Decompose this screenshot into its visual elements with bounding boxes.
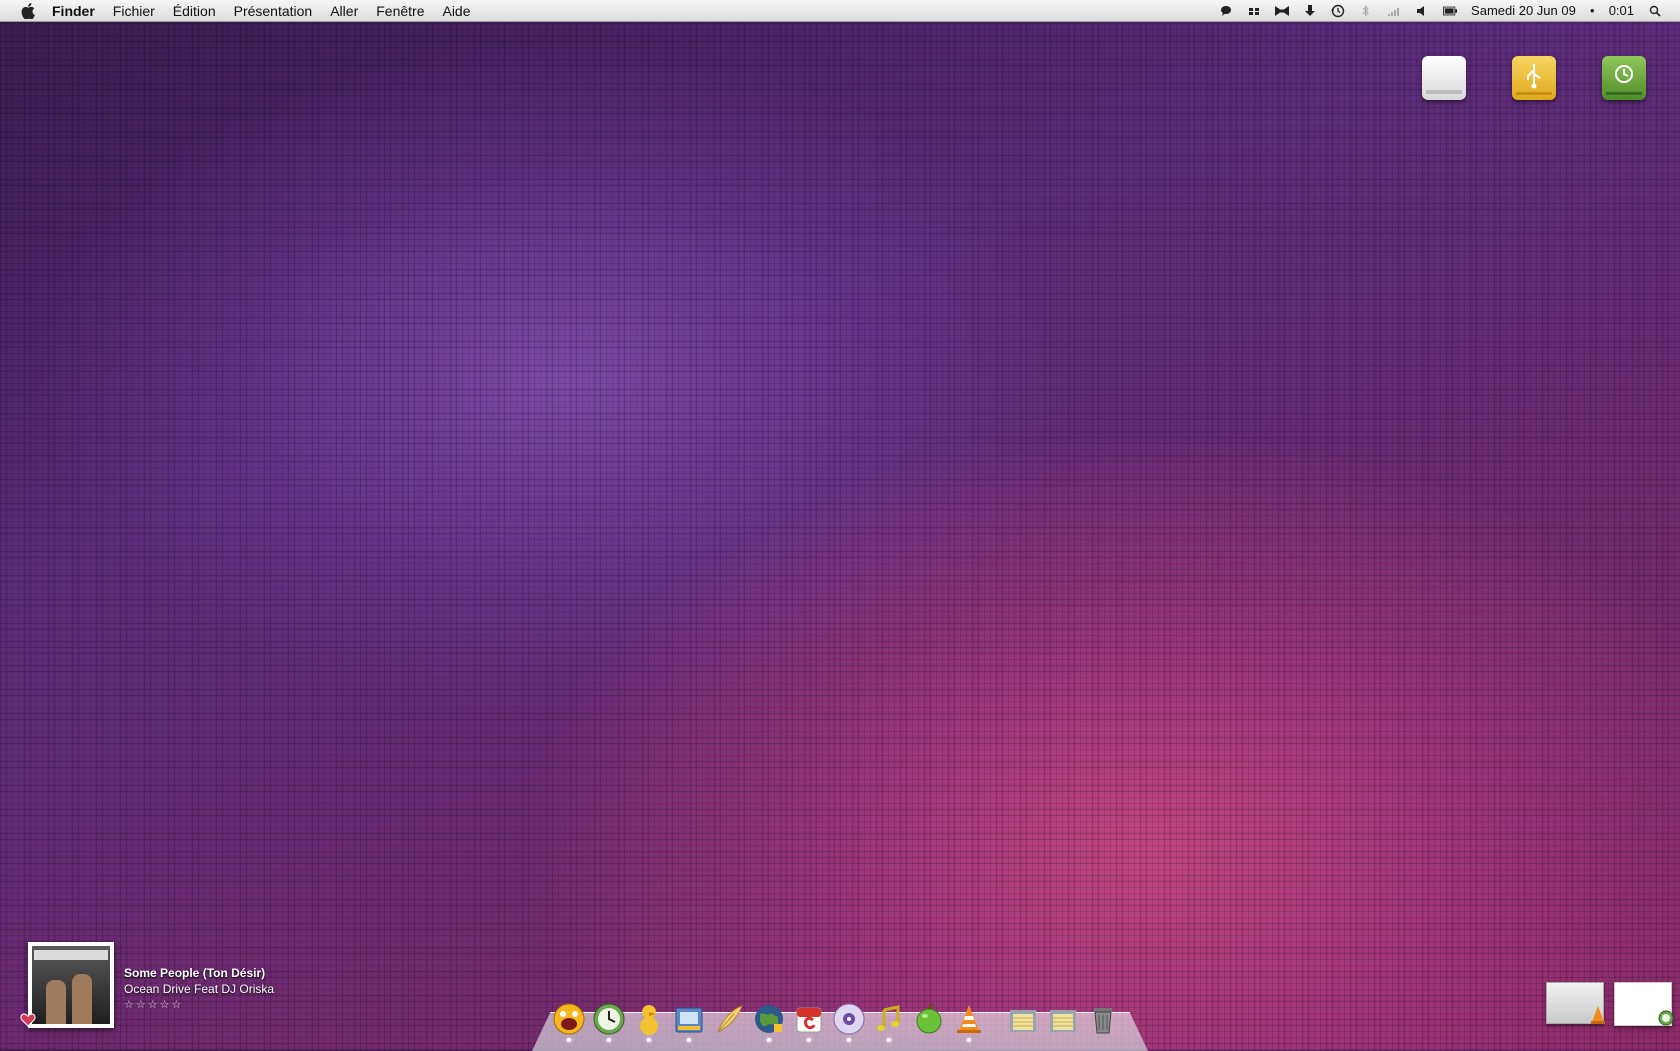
globe-badge-icon [1658, 1010, 1674, 1031]
feather-icon[interactable] [712, 1002, 746, 1036]
chat-icon[interactable] [1219, 4, 1233, 18]
adium-icon[interactable] [552, 1002, 586, 1042]
album-art-banner [34, 950, 108, 960]
status-area: Samedi 20 Jun 09 ● 0:01 [1219, 3, 1662, 18]
spotlight-search-icon[interactable] [1648, 4, 1662, 18]
menubar-clock[interactable]: Samedi 20 Jun 09 [1471, 3, 1576, 18]
now-playing-widget: Some People (Ton Désir) Ocean Drive Feat… [20, 942, 388, 1032]
album-art-figure [46, 980, 66, 1024]
running-indicator [847, 1038, 851, 1042]
calendar-icon[interactable] [792, 1002, 826, 1042]
bowtie-icon[interactable] [1275, 4, 1290, 18]
clock-icon[interactable] [592, 1002, 626, 1042]
running-indicator [567, 1038, 571, 1042]
menu-aller[interactable]: Aller [330, 3, 358, 19]
menubar-time[interactable]: 0:01 [1609, 3, 1634, 18]
download-icon[interactable] [1303, 4, 1317, 18]
trash-icon[interactable] [1086, 1002, 1120, 1036]
menu-bar: Finder Fichier Édition Présentation Alle… [0, 0, 1680, 22]
apple-icon[interactable] [912, 1002, 946, 1036]
running-indicator [767, 1038, 771, 1042]
itunes-icon[interactable] [832, 1002, 866, 1042]
battery-icon[interactable] [1443, 4, 1458, 18]
running-indicator [607, 1038, 611, 1042]
time-machine-icon[interactable] [1331, 4, 1345, 18]
track-artist: Ocean Drive Feat DJ Oriska [124, 982, 275, 996]
globe-icon[interactable] [752, 1002, 786, 1042]
track-title: Some People (Ton Désir) [124, 966, 266, 980]
running-indicator [647, 1038, 651, 1042]
bluetooth-icon[interactable] [1359, 4, 1373, 18]
apple-logo-icon[interactable] [20, 2, 36, 19]
menu-fichier[interactable]: Fichier [113, 3, 155, 19]
running-indicator [807, 1038, 811, 1042]
music-notes-icon[interactable] [872, 1002, 906, 1042]
track-rating[interactable]: ☆☆☆☆☆ [124, 998, 183, 1011]
downloads-stack-icon[interactable] [1046, 1002, 1080, 1036]
album-art [32, 946, 110, 1024]
running-indicator [687, 1038, 691, 1042]
spaces-icon[interactable] [1247, 4, 1261, 18]
menu-fenetre[interactable]: Fenêtre [376, 3, 424, 19]
menu-aide[interactable]: Aide [442, 3, 470, 19]
wifi-icon[interactable] [1387, 4, 1401, 18]
hard-drive-icon[interactable] [1422, 56, 1466, 100]
running-indicator [967, 1038, 971, 1042]
clock-separator-dot: ● [1589, 6, 1595, 15]
vlc-badge-icon [1590, 1006, 1606, 1029]
vlc-icon[interactable] [952, 1002, 986, 1042]
album-art-figure [72, 974, 92, 1024]
heart-icon[interactable] [20, 1012, 36, 1028]
menu-finder[interactable]: Finder [52, 3, 95, 19]
running-indicator [887, 1038, 891, 1042]
cyberduck-icon[interactable] [632, 1002, 666, 1042]
usb-drive-icon[interactable] [1512, 56, 1556, 100]
menu-presentation[interactable]: Présentation [234, 3, 313, 19]
album-cover[interactable] [28, 942, 114, 1028]
time-machine-drive-icon[interactable] [1602, 56, 1646, 100]
documents-stack-icon[interactable] [1006, 1002, 1040, 1036]
menu-edition[interactable]: Édition [173, 3, 216, 19]
preview-icon[interactable] [672, 1002, 706, 1042]
dock [552, 996, 1120, 1042]
volume-icon[interactable] [1415, 4, 1429, 18]
